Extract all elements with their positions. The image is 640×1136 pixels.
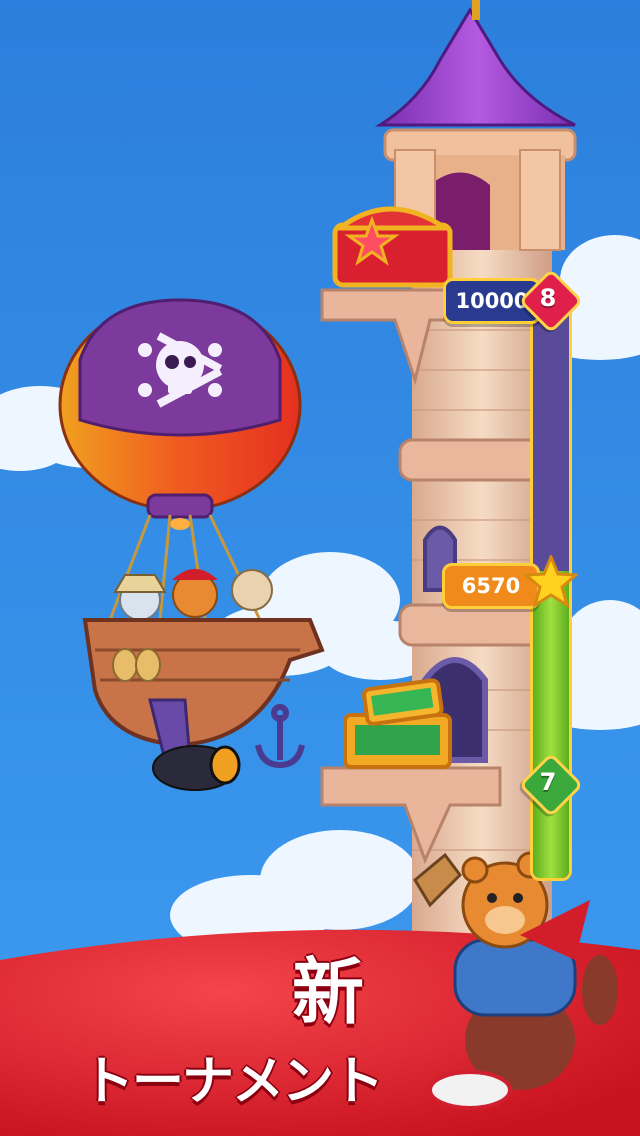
top-level-text: 8 <box>539 284 557 312</box>
promo-title-new: 新 <box>292 950 365 1034</box>
progress-fill <box>533 570 569 878</box>
current-score-text: 6570 <box>461 574 521 598</box>
star-icon <box>524 555 578 609</box>
promo-title-tournament: トーナメント <box>82 1052 384 1112</box>
top-score-text: 10000 <box>455 289 529 313</box>
bottom-level-text: 7 <box>539 768 557 796</box>
red-treasure-chest <box>332 206 454 288</box>
